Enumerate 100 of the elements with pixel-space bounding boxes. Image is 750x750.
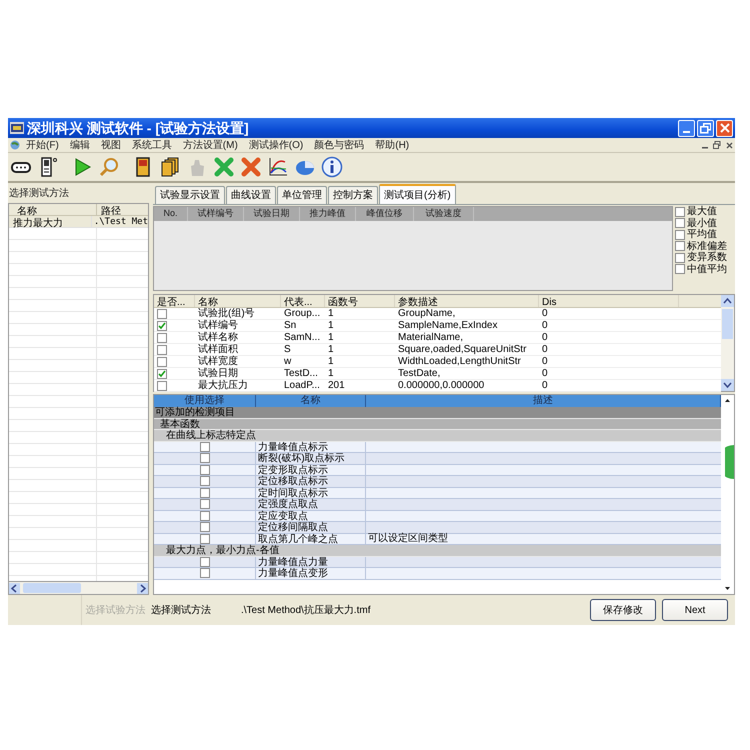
checkbox[interactable] bbox=[157, 344, 167, 354]
column-header[interactable]: 试验速度 bbox=[414, 207, 474, 221]
group-row[interactable]: 基本函数 bbox=[154, 418, 721, 430]
info-icon[interactable] bbox=[321, 156, 343, 178]
table-cell: 力量峰值点力量 bbox=[256, 556, 366, 567]
scrollbar[interactable] bbox=[8, 582, 149, 595]
checkbox[interactable] bbox=[675, 264, 685, 274]
checkbox[interactable] bbox=[675, 252, 685, 263]
checkbox[interactable] bbox=[200, 522, 210, 532]
checkbox[interactable] bbox=[200, 453, 210, 464]
column-header[interactable]: 参数描述 bbox=[395, 295, 539, 307]
group-row[interactable]: 在曲线上标志特定点 bbox=[154, 430, 721, 442]
tab[interactable]: 测试项目(分析) bbox=[379, 184, 456, 204]
checkbox[interactable] bbox=[200, 442, 210, 452]
menu-item[interactable]: 颜色与密码 bbox=[314, 138, 364, 152]
checkbox[interactable] bbox=[200, 568, 210, 578]
table-cell-text: 0 bbox=[541, 380, 549, 392]
checkbox-label: 平均值 bbox=[687, 229, 717, 240]
column-header[interactable]: 函数号 bbox=[325, 295, 395, 307]
cross-icon[interactable] bbox=[213, 156, 235, 178]
column-header[interactable]: 试样编号 bbox=[188, 207, 244, 221]
tab[interactable]: 控制方案 bbox=[328, 186, 378, 204]
documents-icon[interactable] bbox=[159, 156, 181, 178]
table-cell-text: 0 bbox=[541, 368, 549, 380]
close-icon[interactable] bbox=[726, 142, 733, 148]
scrollbar[interactable] bbox=[721, 295, 734, 391]
menu-item[interactable]: 测试操作(O) bbox=[248, 138, 304, 152]
table-cell-text: 试验日期 bbox=[197, 368, 239, 380]
column-header[interactable]: No. bbox=[154, 207, 188, 221]
group-row[interactable]: 最大力点，最小力点-各值 bbox=[154, 545, 721, 556]
checkbox[interactable] bbox=[157, 368, 167, 378]
column-header[interactable]: 试验日期 bbox=[244, 207, 300, 221]
checkbox[interactable] bbox=[675, 206, 685, 217]
minimize-button[interactable] bbox=[678, 120, 695, 136]
table-cell-text: 试验批(组)号 bbox=[197, 308, 256, 320]
column-header[interactable]: 代表... bbox=[281, 295, 325, 307]
checkbox[interactable] bbox=[675, 230, 685, 240]
checkbox[interactable] bbox=[157, 308, 167, 318]
menu-item[interactable]: 方法设置(M) bbox=[182, 138, 238, 152]
close-button[interactable] bbox=[716, 120, 733, 136]
scrollbar-thumb[interactable] bbox=[23, 583, 81, 593]
column-header[interactable]: 推力峰值 bbox=[300, 207, 356, 221]
table-cell-text: 1 bbox=[327, 344, 335, 356]
column-header[interactable]: 路径 bbox=[97, 204, 148, 215]
checkbox[interactable] bbox=[675, 218, 685, 228]
table-cell: 定时间取点标示 bbox=[256, 488, 366, 498]
tab[interactable]: 试验显示设置 bbox=[155, 186, 225, 204]
menu-item[interactable]: 视图 bbox=[100, 138, 121, 152]
column-header[interactable]: 峰值位移 bbox=[356, 207, 414, 221]
table-cell: 力量峰值点标示 bbox=[256, 442, 366, 452]
checkbox[interactable] bbox=[157, 332, 167, 342]
checkbox[interactable] bbox=[157, 380, 167, 390]
table-cell-text: Sn bbox=[283, 320, 298, 332]
table-cell-text: TestDate, bbox=[397, 368, 442, 380]
checkbox[interactable] bbox=[200, 476, 210, 486]
menu-item[interactable]: 系统工具 bbox=[132, 138, 172, 152]
column-header[interactable]: 名称 bbox=[195, 295, 281, 307]
menu-item[interactable]: 编辑 bbox=[70, 138, 90, 152]
checkbox-label: 中值平均 bbox=[687, 264, 727, 275]
table-cell-text: 0 bbox=[541, 356, 549, 368]
checkbox[interactable] bbox=[200, 510, 210, 521]
tab[interactable]: 曲线设置 bbox=[226, 186, 276, 204]
checkbox[interactable] bbox=[675, 241, 685, 252]
round-icon[interactable] bbox=[725, 445, 734, 479]
search-icon[interactable] bbox=[98, 156, 120, 178]
checkbox[interactable] bbox=[157, 356, 167, 366]
table-cell-text: 可以设定区间类型 bbox=[367, 533, 448, 544]
cross-icon[interactable] bbox=[240, 156, 262, 178]
checkbox[interactable] bbox=[200, 534, 210, 544]
table-cell-text: Square,oaded,SquareUnitStr bbox=[397, 344, 528, 356]
window-title: 深圳科兴 测试软件 - [试验方法设置] bbox=[27, 118, 250, 138]
chart-icon[interactable] bbox=[267, 156, 289, 178]
column-header[interactable]: Dis bbox=[539, 295, 679, 307]
scrollbar-thumb[interactable] bbox=[722, 309, 733, 339]
checkbox[interactable] bbox=[157, 320, 167, 330]
restore-button[interactable] bbox=[697, 120, 714, 136]
select-method-button: 选择试验方法 bbox=[81, 595, 149, 625]
checkbox[interactable] bbox=[200, 499, 210, 510]
checkbox[interactable] bbox=[200, 488, 210, 498]
checkbox-label: 最小值 bbox=[687, 218, 717, 229]
tab[interactable]: 单位管理 bbox=[277, 186, 327, 204]
action-button[interactable]: 保存修改 bbox=[590, 599, 656, 621]
action-button[interactable]: Next bbox=[662, 599, 728, 621]
table-cell-text: w bbox=[283, 356, 292, 368]
column-header[interactable]: 名称 bbox=[9, 204, 97, 215]
menu-item[interactable]: 帮助(H) bbox=[375, 138, 410, 152]
table-cell: 取点第几个峰之点 bbox=[256, 534, 366, 544]
table-cell-text: 试样宽度 bbox=[197, 356, 239, 368]
table-cell-text: SampleName,ExIndex bbox=[397, 320, 498, 332]
restore-icon[interactable] bbox=[713, 141, 721, 149]
checkbox[interactable] bbox=[200, 556, 210, 567]
group-row[interactable]: 可添加的检测项目 bbox=[154, 407, 721, 418]
table-cell-text: 试样编号 bbox=[197, 320, 239, 332]
checkbox[interactable] bbox=[200, 464, 210, 475]
table-cell-text: 0 bbox=[541, 332, 549, 344]
menu-item[interactable]: 开始(F) bbox=[26, 138, 59, 152]
list-row[interactable]: 推力最大力 .\Test Met bbox=[9, 216, 148, 228]
table-cell-text: 1 bbox=[327, 320, 335, 332]
minimize-icon bbox=[683, 130, 690, 132]
column-header[interactable]: 是否... bbox=[154, 295, 195, 307]
